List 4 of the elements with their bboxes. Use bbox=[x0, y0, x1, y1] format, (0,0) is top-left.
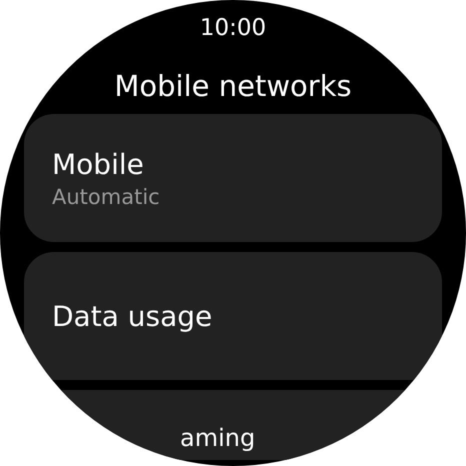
settings-item[interactable]: Data usage bbox=[24, 252, 442, 380]
settings-item[interactable]: Mobile Automatic bbox=[24, 114, 442, 242]
screen-title: Mobile networks bbox=[113, 68, 353, 104]
clock-time: 10:00 bbox=[198, 14, 268, 43]
